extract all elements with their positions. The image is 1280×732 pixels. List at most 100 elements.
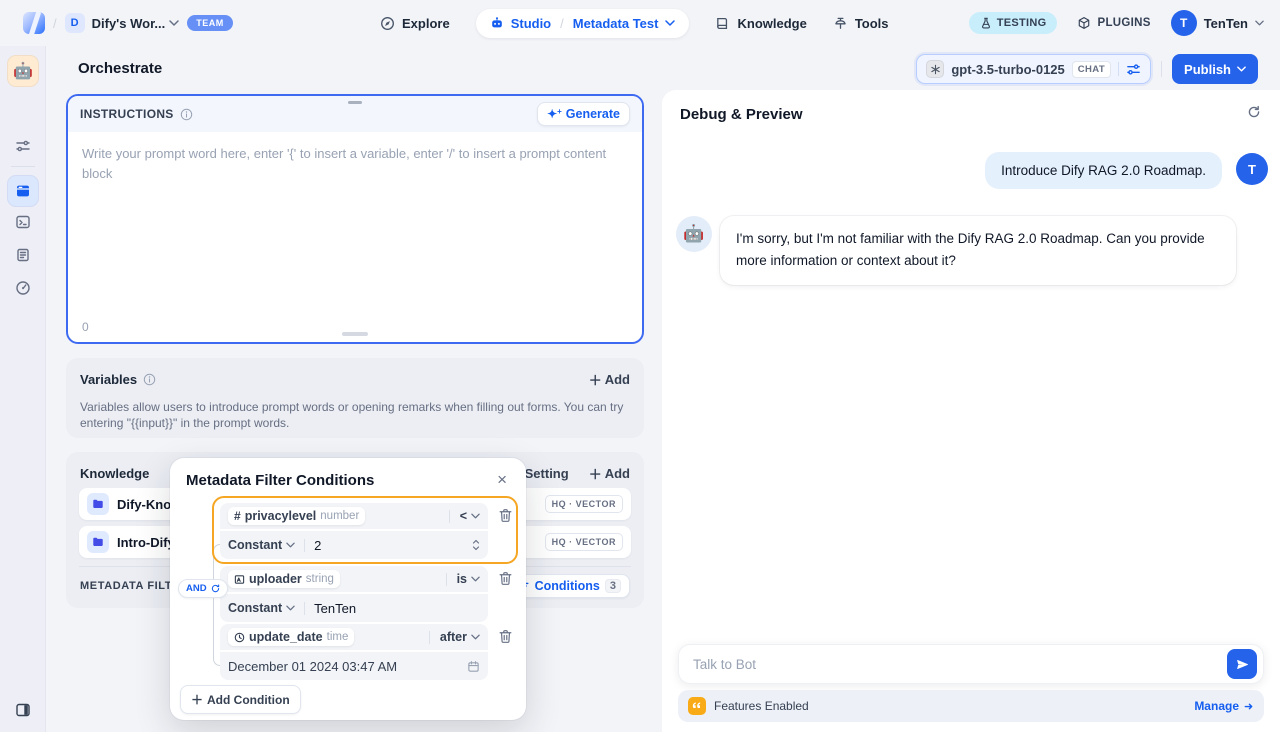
folder-icon [87,493,109,515]
nav-plugins[interactable]: PLUGINS [1077,16,1150,30]
model-cluster: gpt-3.5-turbo-0125 CHAT Publish [916,54,1258,84]
package-icon [1077,16,1091,30]
top-header: / D Dify's Wor... TEAM Explore Studio / … [0,0,1280,46]
variables-section: Variables ＋Add Variables allow users to … [66,358,644,438]
nav-tools[interactable]: Tools [833,16,889,31]
knowledge-item-badge: HQ · VECTOR [545,495,623,513]
app-icon[interactable]: 🤖 [7,55,39,87]
add-variable-label: Add [605,372,630,387]
collapse-panel-icon[interactable] [15,702,31,718]
dify-logo[interactable] [23,12,45,34]
condition-value-input[interactable]: TenTen [314,601,356,616]
workspace-name[interactable]: Dify's Wor... [92,16,166,31]
condition-field-row[interactable]: uploader string is [220,566,488,592]
current-app-name[interactable]: Metadata Test [573,16,659,31]
divider [1161,61,1162,77]
nav-tools-label: Tools [855,16,889,31]
logic-operator-toggle[interactable]: AND [178,579,228,598]
model-selector[interactable]: gpt-3.5-turbo-0125 CHAT [916,54,1151,84]
drag-handle[interactable] [348,101,362,104]
environment-badge-label: TESTING [997,17,1047,29]
user-message-avatar: T [1236,153,1268,185]
sidebar-item-orchestrate[interactable] [8,176,38,206]
logic-operator-label: AND [186,583,207,594]
value-mode-label: Constant [228,538,282,552]
chevron-down-icon [1255,20,1264,26]
model-name: gpt-3.5-turbo-0125 [951,62,1064,77]
instructions-panel: INSTRUCTIONS ✦+ Generate Write your prom… [66,94,644,344]
value-mode-select[interactable]: Constant [228,601,295,615]
send-button[interactable] [1227,649,1257,679]
nav-studio-pill[interactable]: Studio / Metadata Test [476,9,690,38]
conditions-count: 3 [605,579,621,593]
sidebar-item-api[interactable] [15,214,31,230]
trash-icon[interactable] [498,629,513,644]
nav-knowledge-label: Knowledge [737,16,806,31]
condition-field-type: number [320,510,359,522]
condition-value-input[interactable]: 2 [314,538,321,553]
chat-input[interactable] [679,657,1227,672]
trash-icon[interactable] [498,508,513,523]
restart-icon[interactable] [1246,104,1262,120]
sidebar-item-monitoring[interactable] [15,280,31,296]
condition-field-row[interactable]: update_date time after [220,624,488,650]
condition-value-row: December 01 2024 03:47 AM [220,652,488,680]
add-condition-button[interactable]: ＋ Add Condition [180,685,301,714]
left-sidebar: 🤖 [0,46,46,732]
operator-select[interactable]: is [446,572,480,586]
info-icon [180,108,193,121]
user-message: Introduce Dify RAG 2.0 Roadmap. [985,152,1222,189]
condition-field-row[interactable]: # privacylevel number < [220,503,488,529]
page-title: Orchestrate [78,60,162,77]
close-icon[interactable]: × [492,468,512,492]
sparkle-icon: ✦+ [547,107,562,121]
window-icon [15,183,31,199]
condition-connector [213,544,220,666]
modal-title: Metadata Filter Conditions [186,472,374,489]
chevron-down-icon[interactable] [665,20,675,26]
publish-button[interactable]: Publish [1172,54,1258,84]
sidebar-item-logs[interactable] [15,247,31,263]
number-stepper[interactable] [472,539,480,551]
variables-title: Variables [80,372,137,387]
chevron-down-icon [286,605,295,611]
team-badge: TEAM [187,15,233,31]
condition-value-row: Constant TenTen [220,594,488,622]
user-menu[interactable]: T TenTen [1171,10,1264,36]
manage-features-link[interactable]: Manage [1194,699,1254,713]
flask-icon [980,17,992,29]
condition-field-name: privacylevel [245,509,317,523]
operator-select[interactable]: < [449,509,480,523]
condition-field-type: time [327,631,349,643]
bot-message: I'm sorry, but I'm not familiar with the… [720,216,1236,285]
add-variable-button[interactable]: ＋Add [589,370,630,389]
resize-handle[interactable] [342,332,368,336]
sliders-icon[interactable] [15,138,31,154]
knowledge-item-badge: HQ · VECTOR [545,533,623,551]
info-icon [143,373,156,386]
nav-explore[interactable]: Explore [380,16,450,31]
generate-button[interactable]: ✦+ Generate [537,102,630,126]
openai-icon [926,60,944,78]
debug-preview-panel: Debug & Preview Introduce Dify RAG 2.0 R… [662,90,1280,732]
chat-input-bar [678,644,1264,684]
value-mode-select[interactable]: Constant [228,538,295,552]
prompt-editor[interactable]: Write your prompt word here, enter '{' t… [68,132,642,195]
add-knowledge-button[interactable]: ＋Add [589,464,630,483]
date-value[interactable]: December 01 2024 03:47 AM [228,659,397,674]
chevron-down-icon[interactable] [169,20,179,26]
debug-preview-title: Debug & Preview [680,106,803,123]
trash-icon[interactable] [498,571,513,586]
model-settings-icon[interactable] [1126,62,1141,77]
calendar-icon[interactable] [467,660,480,673]
environment-badge: TESTING [969,12,1058,34]
model-mode-badge: CHAT [1072,61,1111,78]
hammer-icon [833,16,848,31]
workspace-avatar[interactable]: D [65,13,85,33]
bot-avatar: 🤖 [676,216,712,252]
tab-studio[interactable]: Studio [511,16,551,31]
nav-knowledge[interactable]: Knowledge [715,16,806,31]
clock-icon [234,632,245,643]
operator-select[interactable]: after [429,630,480,644]
conditions-button[interactable]: Conditions 3 [509,574,630,598]
